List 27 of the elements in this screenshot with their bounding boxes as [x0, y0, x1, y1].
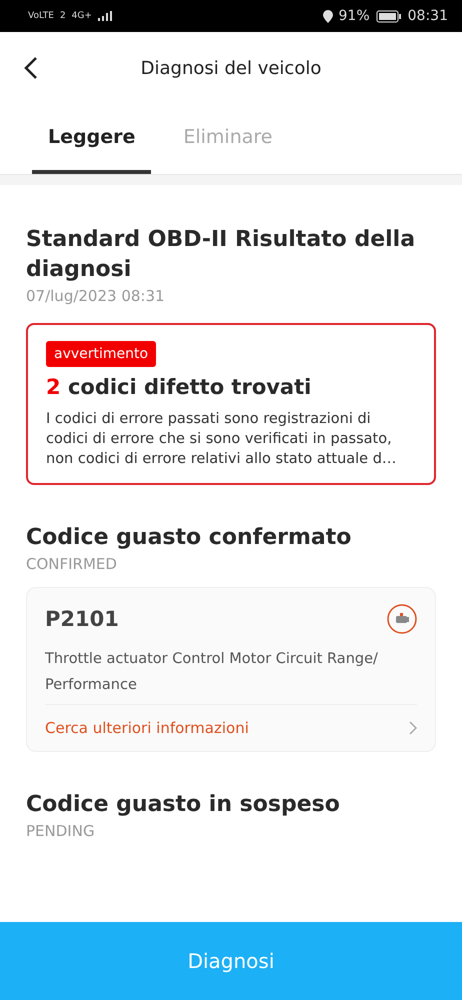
- tab[interactable]: Eliminare: [167, 104, 288, 174]
- code-description: Throttle actuator Control Motor Circuit Range/ Performance: [45, 650, 379, 695]
- more-info-link[interactable]: Cerca ulteriori informazioni: [45, 704, 417, 751]
- battery-icon: [376, 10, 402, 22]
- battery-percent: 91%: [338, 8, 370, 24]
- status-text: 2: [60, 11, 66, 21]
- chevron-icon: [409, 721, 417, 735]
- warning-badge: avvertimento: [46, 341, 156, 367]
- result-title: Standard OBD-II Risultato della diagnosi: [26, 226, 416, 284]
- page-title: Diagnosi del veicolo: [140, 58, 322, 78]
- result-date: 07/lug/2023 08:31: [26, 287, 166, 305]
- back-icon[interactable]: [24, 56, 38, 80]
- warning-headline: 2 codici difetto trovati: [46, 375, 312, 399]
- section-title: Codice guasto confermato: [26, 524, 352, 552]
- warning-text: I codici di errore passati sono registrazioni di codici di errore che si sono verificati in passato, non codici di errore relativi allo stato attuale d…: [46, 410, 398, 469]
- more-info-text[interactable]: Cerca ulteriori informazioni: [45, 719, 249, 737]
- status-text: 4G+: [72, 11, 92, 21]
- section-subtitle: PENDING: [26, 822, 96, 840]
- signal-icon: [98, 11, 112, 21]
- engine-icon: [387, 604, 417, 634]
- section-subtitle: CONFIRMED: [26, 555, 118, 573]
- clock-time: 08:31: [408, 8, 448, 24]
- location-icon: [322, 10, 333, 22]
- section-title: Codice guasto in sospeso: [26, 791, 341, 819]
- diagnose-button[interactable]: Diagnosi: [0, 922, 462, 1000]
- status-text: VoLTE: [28, 11, 54, 21]
- fault-code: P2101: [45, 607, 119, 631]
